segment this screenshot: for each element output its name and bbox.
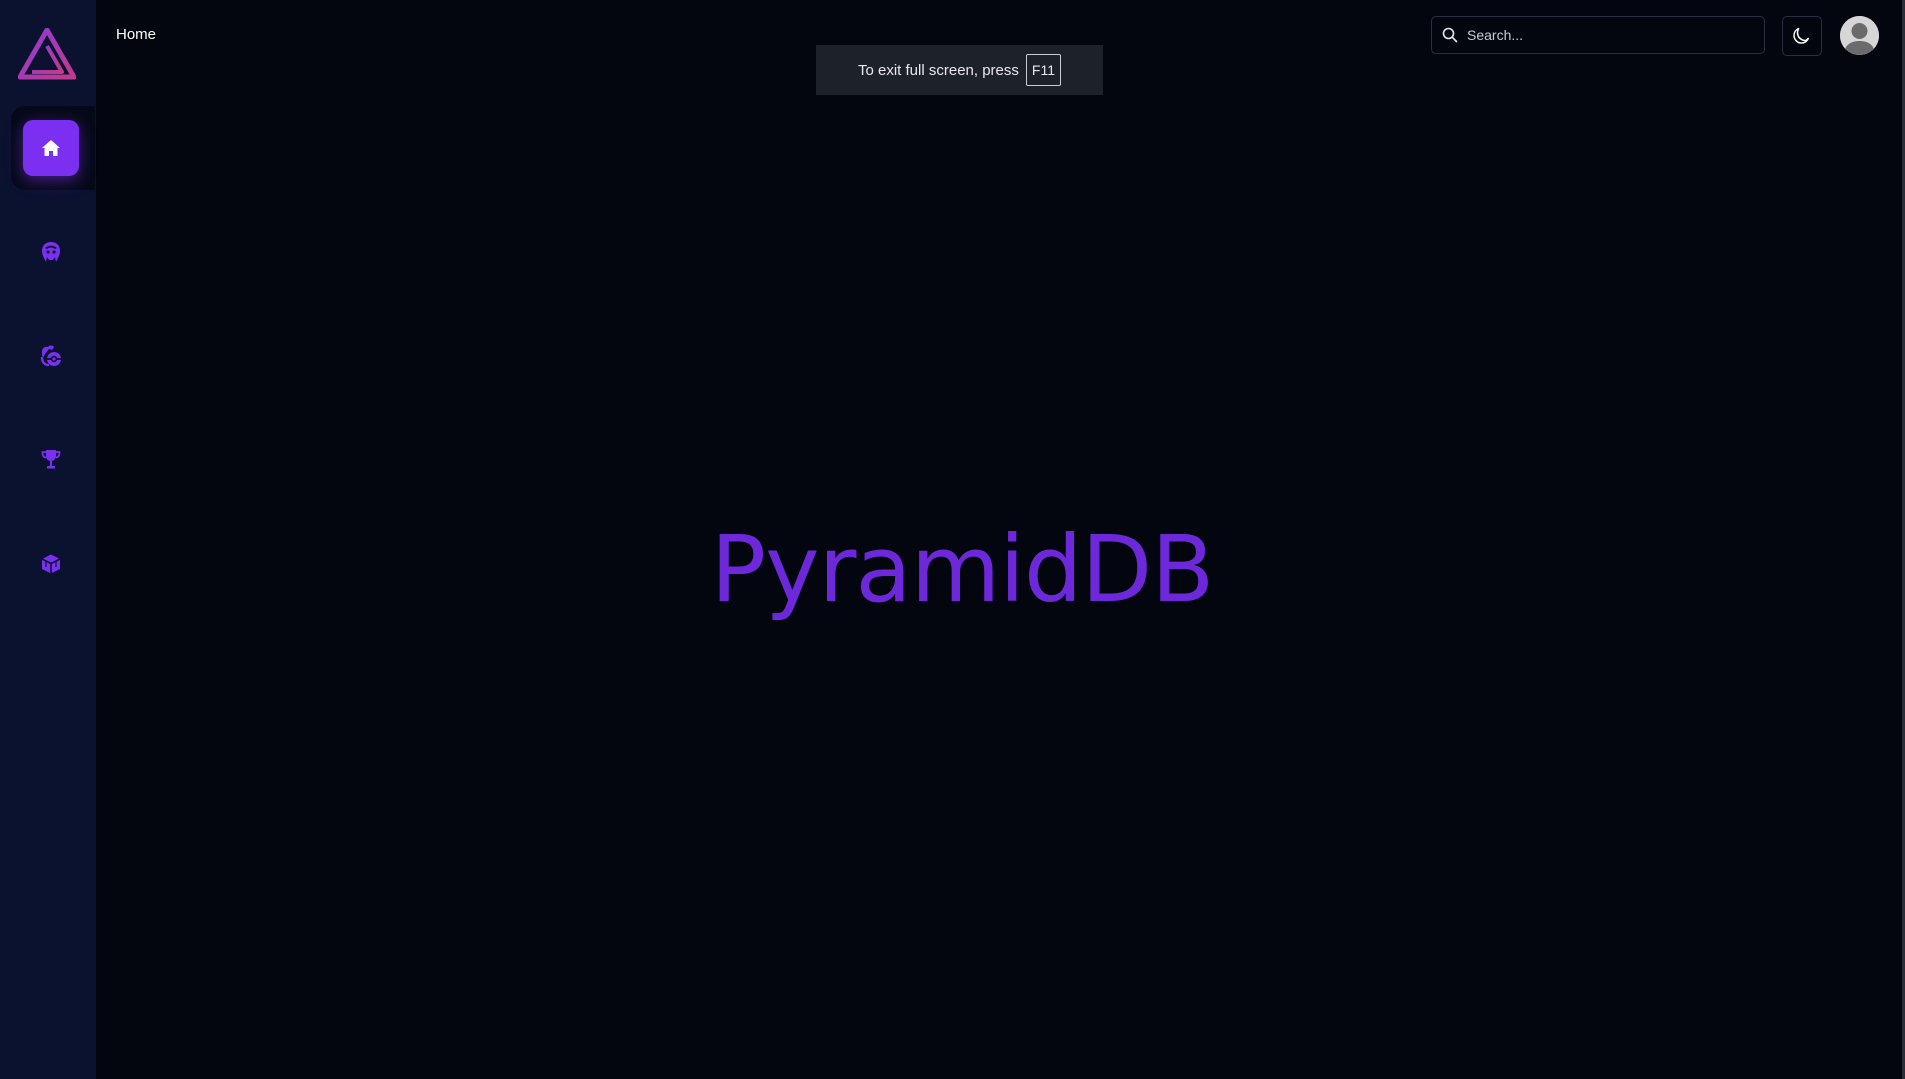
anime-character-icon	[42, 242, 60, 262]
sidebar	[0, 0, 96, 1079]
moon-icon	[1793, 27, 1810, 44]
sidebar-item-characters[interactable]	[23, 224, 79, 280]
fullscreen-key-badge: F11	[1025, 54, 1061, 86]
search-icon	[1442, 27, 1458, 43]
page-title: PyramidDB	[710, 516, 1215, 623]
pyramid-logo-icon[interactable]	[17, 27, 77, 80]
trophy-icon	[41, 450, 61, 469]
cube-icon	[41, 554, 61, 574]
home-icon	[42, 140, 60, 156]
theme-toggle-button[interactable]	[1782, 16, 1822, 56]
user-avatar[interactable]	[1840, 16, 1879, 55]
sidebar-item-pokemon[interactable]	[23, 328, 79, 384]
sidebar-item-trophies[interactable]	[23, 431, 79, 487]
fullscreen-notice-text: To exit full screen, press	[858, 61, 1019, 79]
sidebar-item-items[interactable]	[23, 536, 79, 592]
breadcrumb[interactable]: Home	[116, 26, 156, 43]
user-avatar-icon	[1840, 16, 1879, 55]
search-box[interactable]	[1431, 16, 1765, 54]
app-window: Home To exit full screen, press F11 Pyra…	[0, 0, 1905, 1079]
search-input[interactable]	[1465, 26, 1759, 44]
sidebar-item-home[interactable]	[23, 120, 79, 176]
fullscreen-exit-notice: To exit full screen, press F11	[816, 45, 1103, 95]
pokeball-hand-icon	[40, 345, 61, 367]
